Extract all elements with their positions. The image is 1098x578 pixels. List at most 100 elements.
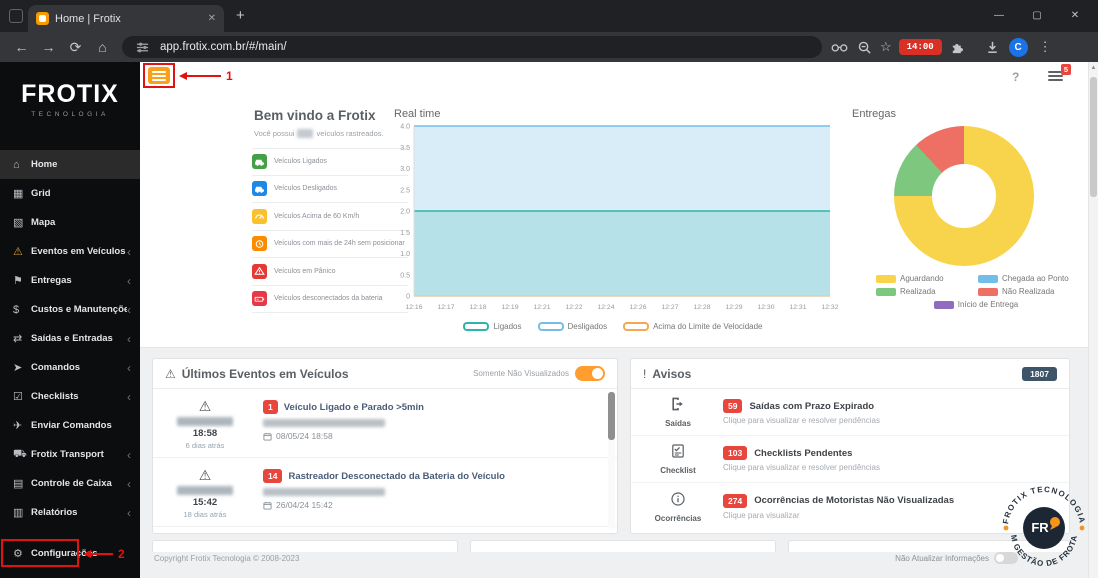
warning-icon: ⚠ — [198, 398, 212, 414]
scroll-up-icon[interactable]: ▲ — [1089, 65, 1098, 71]
frotix-logo: FROTIX TECNOLOGIA — [0, 62, 140, 118]
aviso-checklist-row[interactable]: Checklist 103 Checklists Pendentes Cliqu… — [631, 436, 1069, 483]
status-veiculos-desconectados-bateria[interactable]: Veículos desconectados da bateria — [252, 286, 408, 313]
calendar-icon — [263, 501, 272, 510]
events-filter-toggle[interactable] — [575, 366, 605, 381]
sidebar-item-custos-e-manutencoes[interactable]: $ Custos e Manutenções ‹ — [0, 295, 140, 324]
sidebar-item-controle-de-caixa[interactable]: ▤ Controle de Caixa ‹ — [0, 469, 140, 498]
extension-timer-badge[interactable]: 14:00 — [898, 39, 942, 55]
notifications-icon[interactable]: 5 — [1048, 64, 1071, 83]
sidebar-item-mapa[interactable]: ▧ Mapa — [0, 208, 140, 237]
blurred-plate — [177, 417, 233, 426]
window-close-button[interactable]: ✕ — [1056, 0, 1094, 32]
sidebar-item-label: Custos e Manutenções — [31, 304, 127, 315]
calendar-icon — [263, 432, 272, 441]
help-icon[interactable]: ? — [1012, 70, 1019, 84]
sidebar-item-enviar-comandos[interactable]: ✈ Enviar Comandos — [0, 411, 140, 440]
sidebar-item-relatorios[interactable]: ▥ Relatórios ‹ — [0, 498, 140, 527]
send-plane-icon: ✈ — [13, 420, 23, 432]
sidebar-item-entregas[interactable]: ⚑ Entregas ‹ — [0, 266, 140, 295]
aviso-category: Checklist — [645, 443, 711, 475]
address-bar[interactable]: app.frotix.com.br/#/main/ — [122, 36, 822, 58]
legend-swatch — [537, 322, 564, 331]
glasses-icon[interactable] — [830, 38, 848, 56]
event-list-item[interactable]: ⚠ 15:42 18 dias atrás 14 Rastreador Desc… — [153, 458, 617, 527]
status-veiculos-desligados[interactable]: Veículos Desligados — [252, 176, 408, 203]
svg-text:3.5: 3.5 — [400, 145, 410, 152]
sidebar-item-frotix-transport[interactable]: ⛟ Frotix Transport ‹ — [0, 440, 140, 469]
status-veiculos-ligados[interactable]: Veículos Ligados — [252, 148, 408, 176]
sidebar-item-label: Controle de Caixa — [31, 478, 112, 489]
svg-text:1.0: 1.0 — [400, 251, 410, 258]
aviso-title: Ocorrências de Motoristas Não Visualizad… — [754, 495, 955, 506]
menu-button-area: 1 — [143, 63, 233, 88]
sidebar-item-checklists[interactable]: ☑ Checklists ‹ — [0, 382, 140, 411]
profile-avatar[interactable]: C — [1008, 37, 1028, 57]
sidebar-item-label: Saídas e Entradas — [31, 333, 113, 344]
extensions-puzzle-icon[interactable] — [949, 38, 967, 56]
status-veiculos-24h-sem-posicionar[interactable]: Veículos com mais de 24h sem posicionar — [252, 231, 408, 258]
legend-swatch — [933, 300, 954, 309]
events-filter: Somente Não Visualizados — [473, 366, 605, 381]
event-detail: 1 Veículo Ligado e Parado >5min 08/05/24… — [263, 398, 595, 450]
browser-tab[interactable]: Home | Frotix ✕ — [28, 5, 224, 32]
sidebar-item-eventos-em-veiculos[interactable]: ⚠ Eventos em Veículos ‹ — [0, 237, 140, 266]
realtime-chart-section: Real time 0 0.5 1.0 1.5 2.0 2.5 3.0 3.5 4.0 12:16… — [386, 108, 840, 331]
events-scrollbar[interactable] — [608, 391, 615, 529]
legend-swatch — [463, 322, 490, 331]
event-list-item[interactable]: ⚠ 18:58 6 dias atrás 1 Veículo Ligado e … — [153, 389, 617, 458]
sidebar-item-saidas-e-entradas[interactable]: ⇄ Saídas e Entradas ‹ — [0, 324, 140, 353]
events-scrollbar-thumb[interactable] — [608, 392, 615, 440]
warning-triangle-icon — [252, 263, 267, 279]
status-veiculos-em-panico[interactable]: Veículos em Pânico — [252, 258, 408, 286]
browser-home-icon[interactable]: ⌂ — [89, 39, 116, 55]
window-scrollbar-thumb[interactable] — [1090, 77, 1097, 197]
welcome-subtitle: Você possui veículos rastreados. — [254, 129, 384, 138]
aviso-subtitle: Clique para visualizar e resolver pendên… — [723, 463, 880, 472]
svg-text:3.0: 3.0 — [400, 166, 410, 173]
tab-close-icon[interactable]: ✕ — [208, 13, 216, 24]
aviso-category: Ocorrências — [645, 491, 711, 523]
events-filter-label: Somente Não Visualizados — [473, 369, 569, 378]
welcome-title: Bem vindo a Frotix — [254, 108, 376, 123]
partial-card — [470, 540, 776, 552]
window-minimize-button[interactable]: — — [980, 0, 1018, 32]
blurred-event-text — [263, 419, 385, 427]
sidebar-item-label: Relatórios — [31, 507, 78, 518]
aviso-saidas-row[interactable]: Saídas 59 Saídas com Prazo Expirado Cliq… — [631, 389, 1069, 436]
toolbar-right-icons: ☆ 14:00 C ⋮ — [830, 37, 1056, 57]
status-veiculos-acima-60[interactable]: Veículos Acima de 60 Km/h — [252, 203, 408, 231]
browser-menu-kebab-icon[interactable]: ⋮ — [1035, 39, 1056, 55]
checklist-icon — [670, 443, 686, 464]
aviso-title: Checklists Pendentes — [754, 447, 853, 459]
legend-item: Não Realizada — [978, 287, 1076, 296]
cash-icon: ▤ — [13, 478, 24, 490]
status-label: Veículos desconectados da bateria — [274, 295, 383, 303]
zoom-icon[interactable] — [855, 38, 873, 56]
chevron-left-icon: ‹ — [127, 244, 131, 259]
svg-text:12:16: 12:16 — [405, 304, 422, 311]
sidebar-item-home[interactable]: ⌂ Home — [0, 150, 140, 179]
blurred-event-text — [263, 488, 385, 496]
event-count-badge: 1 — [263, 400, 278, 414]
sidebar-item-comandos[interactable]: ➤ Comandos ‹ — [0, 353, 140, 382]
bookmark-star-icon[interactable]: ☆ — [880, 39, 892, 55]
sidebar-item-configuracoes[interactable]: ⚙ Configurações 2 — [0, 539, 140, 568]
legend-item: Ligados — [463, 322, 522, 331]
downloads-icon[interactable] — [984, 38, 1002, 56]
forward-icon[interactable]: → — [35, 39, 62, 55]
window-maximize-button[interactable]: ▢ — [1018, 0, 1056, 32]
svg-text:12:24: 12:24 — [597, 304, 614, 311]
refresh-icon[interactable]: ⟳ — [62, 39, 89, 56]
warning-icon: ⚠ — [198, 467, 212, 483]
site-settings-tune-icon[interactable] — [133, 38, 151, 56]
sidebar-item-grid[interactable]: ▦ Grid — [0, 179, 140, 208]
entregas-donut-chart — [894, 126, 1034, 266]
legend-item: Desligados — [537, 322, 607, 331]
legend-item: Realizada — [876, 287, 974, 296]
chevron-left-icon: ‹ — [127, 360, 131, 375]
sidebar-toggle-button[interactable] — [148, 67, 170, 84]
back-icon[interactable]: ← — [8, 39, 35, 55]
legend-item: Chegada ao Ponto — [978, 274, 1076, 283]
new-tab-button[interactable]: + — [236, 7, 245, 24]
